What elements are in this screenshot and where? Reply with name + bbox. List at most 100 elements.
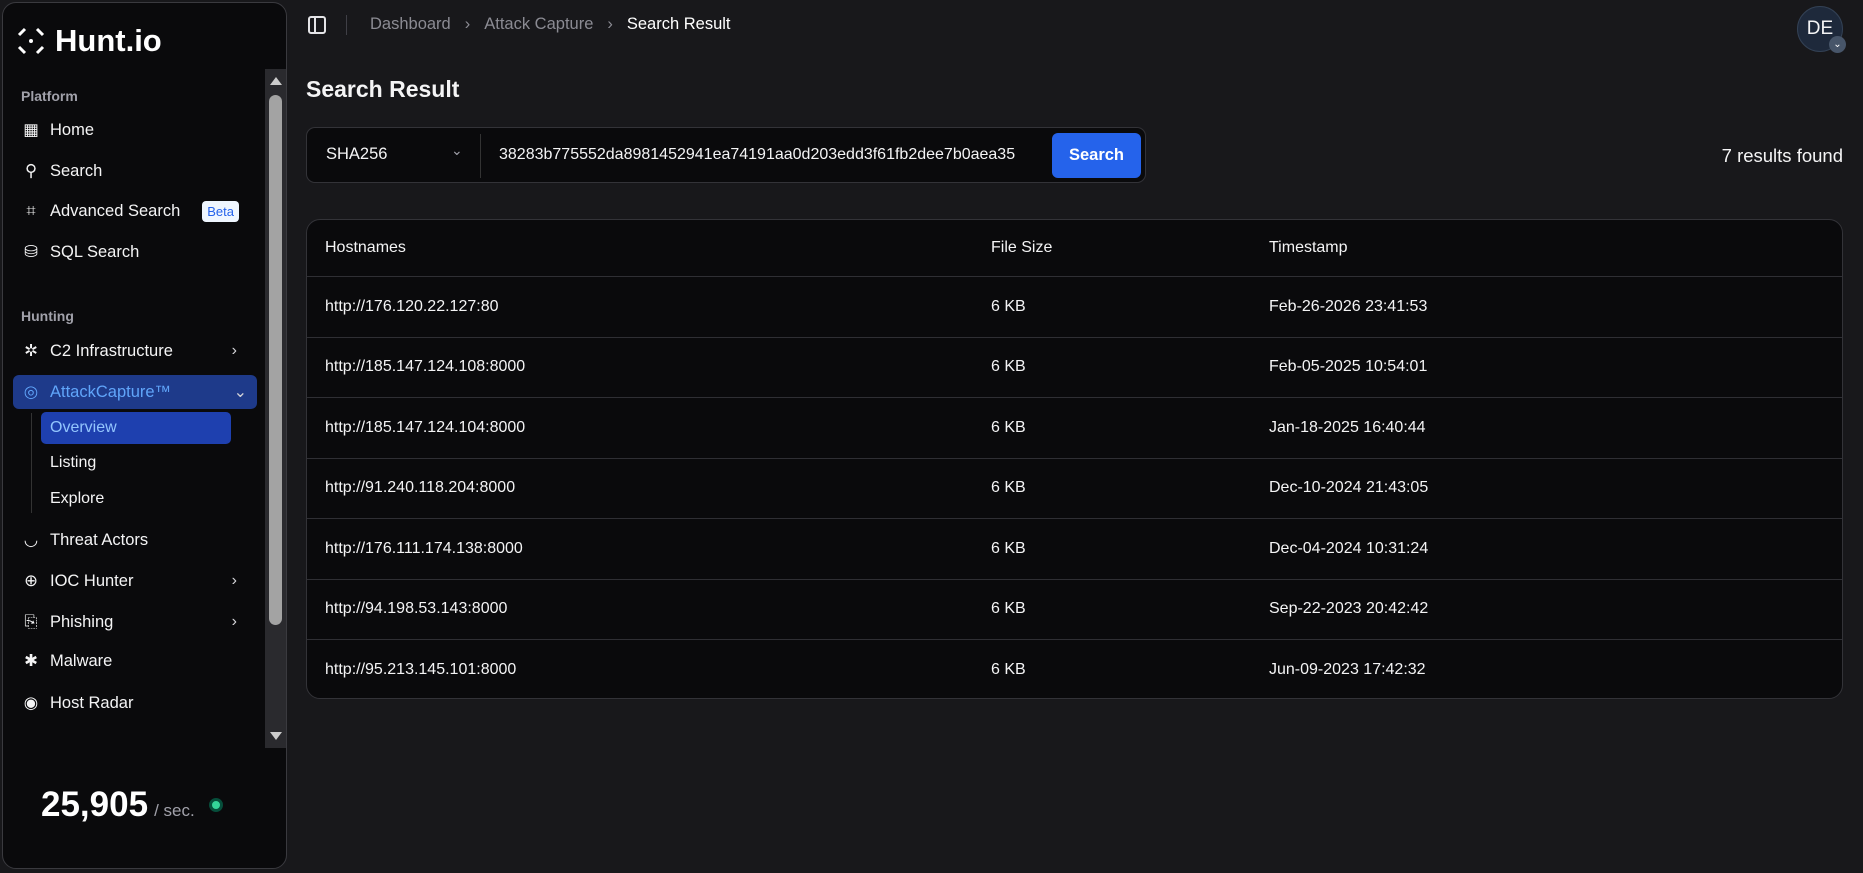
sidebar-item-phishing[interactable]: ⎘ Phishing › [21,605,247,639]
chevron-right-icon: › [607,15,613,33]
sidebar-scrollbar[interactable] [265,69,286,748]
sidebar-item-c2[interactable]: ✲ C2 Infrastructure › [21,334,247,368]
sidebar-subitem-overview[interactable]: Overview [41,412,231,444]
scan-search-icon: ⌗ [26,201,36,220]
divider [480,134,481,178]
chevron-down-icon: ⌄ [233,384,247,401]
cell-hostname[interactable]: http://185.147.124.104:8000 [325,419,525,437]
section-hunting: Hunting [21,308,74,324]
sidebar-item-search[interactable]: ⚲ Search [21,154,247,188]
label: C2 Infrastructure [50,341,173,360]
results-table: Hostnames File Size Timestamp http://176… [306,219,1843,699]
bug-search-icon: ✱ [24,652,38,670]
sidebar-item-malware[interactable]: ✱ Malware [21,644,247,678]
chevron-right-icon: › [231,342,237,359]
logo[interactable]: Hunt.io [15,23,162,59]
table-row[interactable]: http://176.120.22.127:80 6 KB Feb-26-2026 … [307,276,1842,337]
label: IOC Hunter [50,571,134,590]
table-row[interactable]: http://185.147.124.104:8000 6 KB Jan-18-20… [307,397,1842,458]
search-input[interactable]: 38283b775552da8981452941ea74191aa0d203ed… [499,146,1015,164]
label: Home [50,120,95,139]
header-file-size[interactable]: File Size [991,239,1052,257]
sidebar-subitem-explore[interactable]: Explore [41,483,231,515]
label: Phishing [50,612,114,631]
chevron-right-icon: › [464,15,471,33]
sidebar: Hunt.io Platform ▦ Home ⚲ Search ⌗ Advanced… [2,2,287,869]
table-row[interactable]: http://94.198.53.143:8000 6 KB Sep-22-2023… [307,578,1842,640]
breadcrumb: Dashboard › Attack Capture › Search Result [370,15,731,34]
cell-hostname[interactable]: http://176.120.22.127:80 [325,298,498,316]
section-platform: Platform [21,88,78,104]
target-icon: ◎ [23,383,39,401]
sidebar-subitem-listing[interactable]: Listing [41,447,231,479]
sidebar-item-sql-search[interactable]: ⛁ SQL Search [21,235,247,269]
table-row[interactable]: http://91.240.118.204:8000 6 KB Dec-10-202… [307,457,1842,519]
breadcrumb-attack-capture[interactable]: Attack Capture [484,15,593,34]
table-row[interactable]: http://185.147.124.108:8000 6 KB Feb-05-20… [307,336,1842,398]
cell-timestamp: Dec-04-2024 10:31:24 [1269,539,1429,557]
cell-file-size: 6 KB [991,660,1026,678]
cell-file-size: 6 KB [991,297,1026,315]
table-header: Hostnames File Size Timestamp [307,220,1842,276]
sidebar-item-ioc-hunter[interactable]: ⊕ IOC Hunter › [21,564,247,598]
chevron-right-icon: › [231,572,237,589]
label: Threat Actors [50,530,149,549]
cell-timestamp: Jan-18-2025 16:40:44 [1269,418,1426,436]
sidebar-toggle-icon[interactable] [308,16,326,34]
cell-timestamp: Jun-09-2023 17:42:32 [1269,660,1426,678]
cell-timestamp: Feb-26-2026 23:41:53 [1269,297,1428,315]
sidebar-item-threat-actors[interactable]: ◡ Threat Actors [21,523,247,557]
file-hook-icon: ⎘ [24,612,38,631]
bug-icon: ✲ [24,342,38,360]
rate-unit: / sec. [154,801,195,820]
cell-hostname[interactable]: http://95.213.145.101:8000 [325,661,516,679]
cell-timestamp: Sep-22-2023 20:42:42 [1269,600,1429,618]
sidebar-item-attackcapture[interactable]: ◎ AttackCapture™ ⌄ [13,375,257,409]
cell-hostname[interactable]: http://176.111.174.138:8000 [325,540,523,558]
chevron-down-icon[interactable]: ⌄ [1829,36,1846,53]
cell-hostname[interactable]: http://185.147.124.108:8000 [325,358,525,376]
cell-hostname[interactable]: http://94.198.53.143:8000 [325,600,507,618]
sidebar-item-host-radar[interactable]: ◉ Host Radar [21,686,247,720]
label: Host Radar [50,693,134,712]
header-timestamp[interactable]: Timestamp [1269,239,1348,257]
scroll-down-icon[interactable] [270,732,282,740]
cell-timestamp: Feb-05-2025 10:54:01 [1269,358,1428,376]
cell-file-size: 6 KB [991,539,1026,557]
logo-text: Hunt.io [55,23,162,58]
search-icon: ⚲ [24,162,38,180]
results-count: 7 results found [1721,145,1843,166]
mask-icon: ◡ [23,531,39,549]
rate-value: 25,905 [41,785,149,824]
sidebar-item-advanced-search[interactable]: ⌗ Advanced Search Beta [21,194,247,228]
table-row[interactable]: http://176.111.174.138:8000 6 KB Dec-04-20… [307,518,1842,579]
label: Search [50,161,103,180]
chevron-down-icon[interactable]: ⌄ [451,142,463,159]
plus-circle-icon: ⊕ [24,572,38,590]
scrollbar-thumb[interactable] [269,95,282,625]
beta-badge: Beta [202,200,239,222]
cell-hostname[interactable]: http://91.240.118.204:8000 [325,479,515,497]
database-icon: ⛁ [24,243,38,261]
search-bar: SHA256 ⌄ 38283b775552da8981452941ea74191… [306,127,1146,183]
divider [346,15,347,35]
hunt-logo-icon [17,27,45,55]
dashboard-icon: ▦ [23,121,39,139]
chevron-right-icon: › [231,613,237,630]
cell-timestamp: Dec-10-2024 21:43:05 [1269,479,1429,497]
breadcrumb-dashboard[interactable]: Dashboard [370,15,451,34]
header-hostnames[interactable]: Hostnames [325,239,406,257]
submenu-line [31,413,32,513]
search-button[interactable]: Search [1052,133,1141,178]
status-dot-icon [208,798,223,812]
search-type-select[interactable]: SHA256 [326,145,387,164]
sidebar-item-home[interactable]: ▦ Home [21,113,247,147]
label: Advanced Search [50,201,181,220]
cell-file-size: 6 KB [991,358,1026,376]
scroll-up-icon[interactable] [270,77,282,85]
cell-file-size: 6 KB [991,418,1026,436]
table-row[interactable]: http://95.213.145.101:8000 6 KB Jun-09-202… [307,639,1842,698]
cell-file-size: 6 KB [991,600,1026,618]
page-title: Search Result [306,76,460,102]
cell-file-size: 6 KB [991,479,1026,497]
